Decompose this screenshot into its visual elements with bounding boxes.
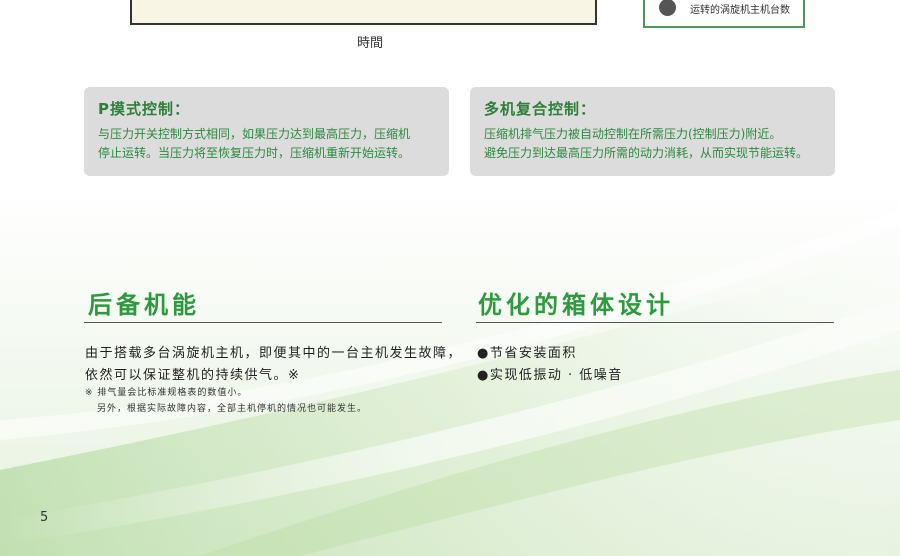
card-text-line: 与压力开关控制方式相同，如果压力达到最高压力，压缩机 [98, 127, 411, 141]
footnote-line: ※ 排气量会比标准规格表的数值小。 [85, 388, 248, 398]
chart-plot-area [130, 0, 597, 25]
backup-section-title: 后备机能 [88, 291, 200, 319]
card-text-line: 压缩机排气压力被自动控制在所需压力(控制压力)附近。 [484, 127, 782, 141]
card-text-line: 避免压力到达最高压力所需的动力消耗，从而实现节能运转。 [484, 146, 809, 160]
page-number: 5 [40, 510, 49, 525]
backup-text-line: 由于搭载多台涡旋机主机，即便其中的一台主机发生故障， [85, 346, 463, 361]
section-divider [476, 322, 834, 323]
backup-text-line: 依然可以保证整机的持续供气。※ [85, 368, 301, 383]
card-title: 多机复合控制： [484, 100, 597, 118]
section-divider [84, 322, 442, 323]
card-text-line: 停止运转。当压力将至恢复压力时，压缩机重新开始运转。 [98, 146, 411, 160]
card-title: P摸式控制： [98, 100, 190, 118]
background-swoosh [0, 190, 900, 556]
x-axis-label: 時間 [356, 36, 383, 51]
chart-legend: 运转的涡旋机主机台数 [643, 0, 805, 28]
multi-unit-control-card: 多机复合控制： 压缩机排气压力被自动控制在所需压力(控制压力)附近。 避免压力到… [470, 87, 835, 176]
design-bullet-item: ●实现低振动 · 低噪音 [477, 368, 623, 383]
design-section-title: 优化的箱体设计 [478, 291, 674, 319]
design-bullet-item: ●节省安装面积 [477, 346, 577, 361]
legend-dot-icon [659, 0, 676, 16]
p-mode-control-card: P摸式控制： 与压力开关控制方式相同，如果压力达到最高压力，压缩机 停止运转。当… [84, 87, 449, 176]
footnote-line: 另外，根据实际故障内容，全部主机停机的情况也可能发生。 [97, 404, 368, 414]
legend-label: 运转的涡旋机主机台数 [690, 5, 790, 16]
